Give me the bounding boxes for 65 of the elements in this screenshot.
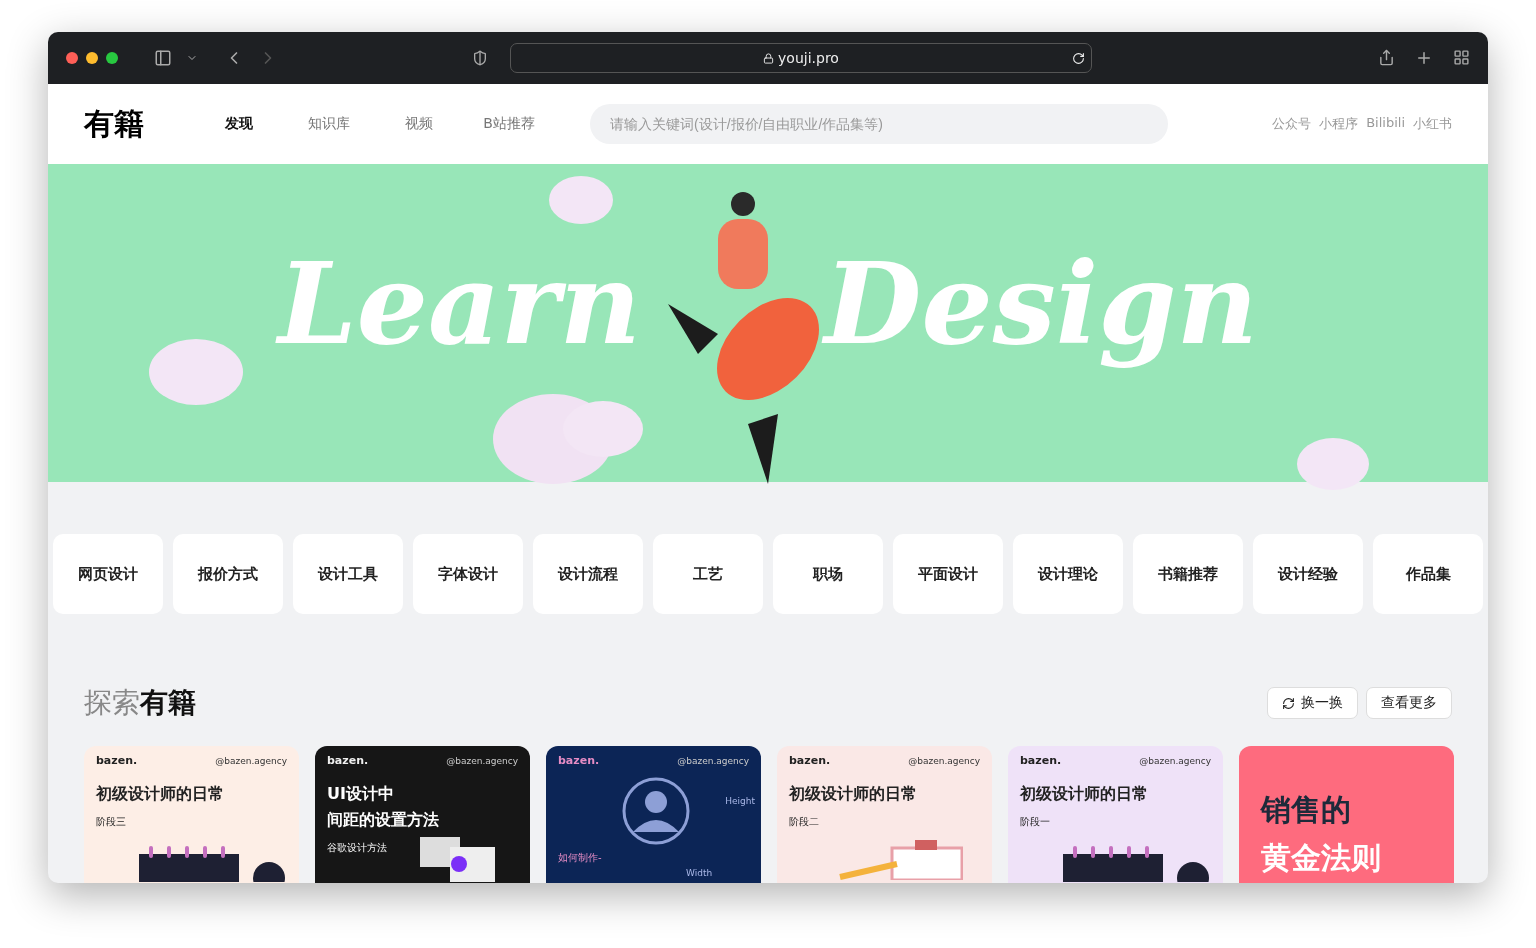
- sidebar-icon[interactable]: [154, 49, 172, 67]
- category-tile[interactable]: 职场: [773, 534, 883, 614]
- dimension-label: Height: [725, 796, 755, 806]
- card-title: 黄金法则: [1261, 839, 1382, 877]
- reload-icon[interactable]: [1072, 51, 1085, 65]
- category-tile[interactable]: 工艺: [653, 534, 763, 614]
- nav-tab[interactable]: 视频: [374, 115, 464, 133]
- category-tile[interactable]: 设计工具: [293, 534, 403, 614]
- card-brand: bazen.: [96, 754, 138, 767]
- category-tile[interactable]: 设计理论: [1013, 534, 1123, 614]
- section-title: 有籍: [140, 685, 196, 721]
- lock-icon: [763, 52, 775, 64]
- card-subtitle: 阶段三: [96, 815, 126, 829]
- card-handle: @bazen.agency: [1139, 755, 1211, 766]
- dimension-label: Width: [686, 868, 713, 878]
- address-bar[interactable]: youji.pro: [510, 43, 1092, 73]
- tabs-overview-icon[interactable]: [1453, 49, 1470, 66]
- avatar-icon: [621, 776, 691, 846]
- article-card[interactable]: bazen. @bazen.agency 初级设计师的日常 阶段一: [1008, 746, 1223, 883]
- card-handle: @bazen.agency: [908, 755, 980, 766]
- card-title: 销售的: [1261, 791, 1352, 829]
- card-brand: bazen.: [1020, 754, 1062, 767]
- article-card[interactable]: bazen. @bazen.agency 初级设计师的日常 阶段二: [777, 746, 992, 883]
- refresh-icon: [1282, 696, 1295, 710]
- refresh-button[interactable]: 换一换: [1267, 687, 1358, 719]
- minimize-icon[interactable]: [86, 52, 98, 64]
- article-card[interactable]: 销售的 黄金法则: [1239, 746, 1454, 883]
- category-tile[interactable]: 设计流程: [533, 534, 643, 614]
- search-field[interactable]: 请输入关键词(设计/报价/自由职业/作品集等): [590, 104, 1168, 144]
- category-tile[interactable]: 报价方式: [173, 534, 283, 614]
- category-tile[interactable]: 书籍推荐: [1133, 534, 1243, 614]
- site-logo[interactable]: 有籍: [84, 103, 194, 145]
- card-subtitle: 阶段二: [789, 815, 819, 829]
- more-button[interactable]: 查看更多: [1366, 687, 1452, 719]
- shield-icon[interactable]: [472, 50, 488, 66]
- section-title: 探索: [84, 685, 140, 721]
- nav-tab[interactable]: 知识库: [284, 115, 374, 133]
- card-title: 间距的设置方法: [327, 809, 440, 831]
- card-brand: bazen.: [558, 754, 600, 767]
- card-brand: bazen.: [789, 754, 831, 767]
- card-brand: bazen.: [327, 754, 369, 767]
- card-handle: @bazen.agency: [677, 755, 749, 766]
- card-title: 初级设计师的日常: [1020, 783, 1149, 805]
- card-handle: @bazen.agency: [215, 755, 287, 766]
- card-handle: @bazen.agency: [446, 755, 518, 766]
- article-card[interactable]: bazen. @bazen.agency 如何制作- Height Width: [546, 746, 761, 883]
- card-subtitle: 阶段一: [1020, 815, 1050, 829]
- card-title: UI设计中: [327, 783, 395, 805]
- category-tile[interactable]: 作品集: [1373, 534, 1483, 614]
- nav-tab[interactable]: 发现: [194, 115, 284, 133]
- card-title: 初级设计师的日常: [96, 783, 225, 805]
- card-subtitle: 谷歌设计方法: [327, 841, 387, 855]
- category-tile[interactable]: 设计经验: [1253, 534, 1363, 614]
- category-tile[interactable]: 平面设计: [893, 534, 1003, 614]
- nav-tab[interactable]: B站推荐: [464, 115, 554, 133]
- article-card[interactable]: bazen. @bazen.agency UI设计中 间距的设置方法 谷歌设计方法: [315, 746, 530, 883]
- category-tile[interactable]: 字体设计: [413, 534, 523, 614]
- article-card[interactable]: bazen. @bazen.agency 初级设计师的日常 阶段三: [84, 746, 299, 883]
- category-tile[interactable]: 网页设计: [53, 534, 163, 614]
- maximize-icon[interactable]: [106, 52, 118, 64]
- card-title: 初级设计师的日常: [789, 783, 918, 805]
- new-tab-icon[interactable]: [1415, 49, 1433, 67]
- close-icon[interactable]: [66, 52, 78, 64]
- card-subtitle: 如何制作-: [558, 851, 602, 865]
- share-icon[interactable]: [1378, 49, 1395, 66]
